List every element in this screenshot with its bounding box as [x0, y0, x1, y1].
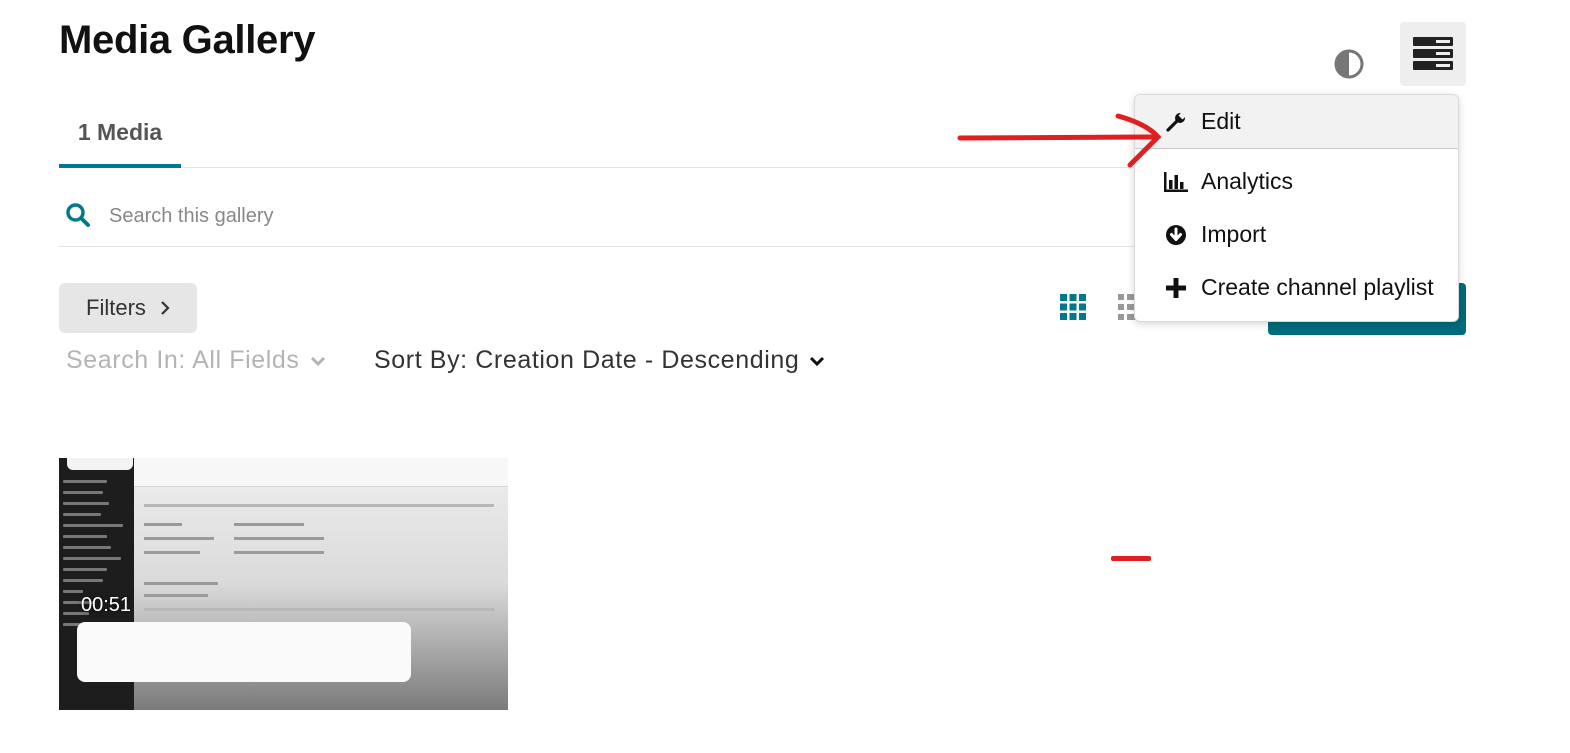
menu-item-label: Create channel playlist: [1201, 274, 1434, 300]
search-input[interactable]: [107, 198, 1111, 234]
grid-view-icon[interactable]: [1060, 294, 1086, 320]
thumbnail-topbar: [134, 458, 508, 487]
tab-media[interactable]: 1 Media: [59, 100, 181, 168]
wrench-icon: [1164, 110, 1188, 134]
channel-actions-dropdown: Edit Analytics Import Create channel pla…: [1134, 94, 1459, 322]
menu-item-label: Import: [1201, 221, 1267, 247]
menu-item-label: Analytics: [1201, 168, 1294, 194]
page-title: Media Gallery: [59, 18, 316, 62]
search-in-label: Search In: All Fields: [66, 346, 300, 374]
chevron-right-icon: [161, 301, 170, 315]
sort-by-dropdown[interactable]: Sort By: Creation Date - Descending: [374, 346, 825, 375]
media-duration: 00:51: [81, 594, 132, 616]
chevron-down-icon: [810, 356, 825, 366]
gallery-search-bar: [59, 168, 1139, 247]
media-thumbnail[interactable]: 00:51: [59, 458, 508, 710]
contrast-toggle-button[interactable]: [1333, 48, 1365, 80]
annotation-mark: [1111, 556, 1151, 561]
gallery-tabs: 1 Media: [59, 100, 1139, 168]
menu-item-analytics[interactable]: Analytics: [1135, 155, 1458, 208]
thumbnail-redaction: [67, 458, 133, 470]
contrast-icon: [1334, 49, 1364, 79]
filters-button[interactable]: Filters: [59, 283, 197, 333]
sort-by-label: Sort By: Creation Date - Descending: [374, 346, 800, 374]
bar-chart-icon: [1164, 170, 1188, 194]
search-icon: [66, 203, 90, 227]
download-circle-icon: [1164, 223, 1188, 247]
thumbnail-redaction: [77, 622, 411, 682]
server-stack-icon: [1413, 37, 1453, 70]
menu-item-edit[interactable]: Edit: [1135, 95, 1458, 149]
menu-item-label: Edit: [1201, 108, 1241, 134]
filters-label: Filters: [86, 295, 146, 320]
search-in-dropdown[interactable]: Search In: All Fields: [66, 346, 326, 375]
plus-icon: [1164, 276, 1188, 300]
menu-item-create-channel-playlist[interactable]: Create channel playlist: [1135, 261, 1458, 314]
chevron-down-icon: [310, 356, 325, 366]
menu-item-import[interactable]: Import: [1135, 208, 1458, 261]
channel-actions-menu-button[interactable]: [1400, 22, 1466, 86]
